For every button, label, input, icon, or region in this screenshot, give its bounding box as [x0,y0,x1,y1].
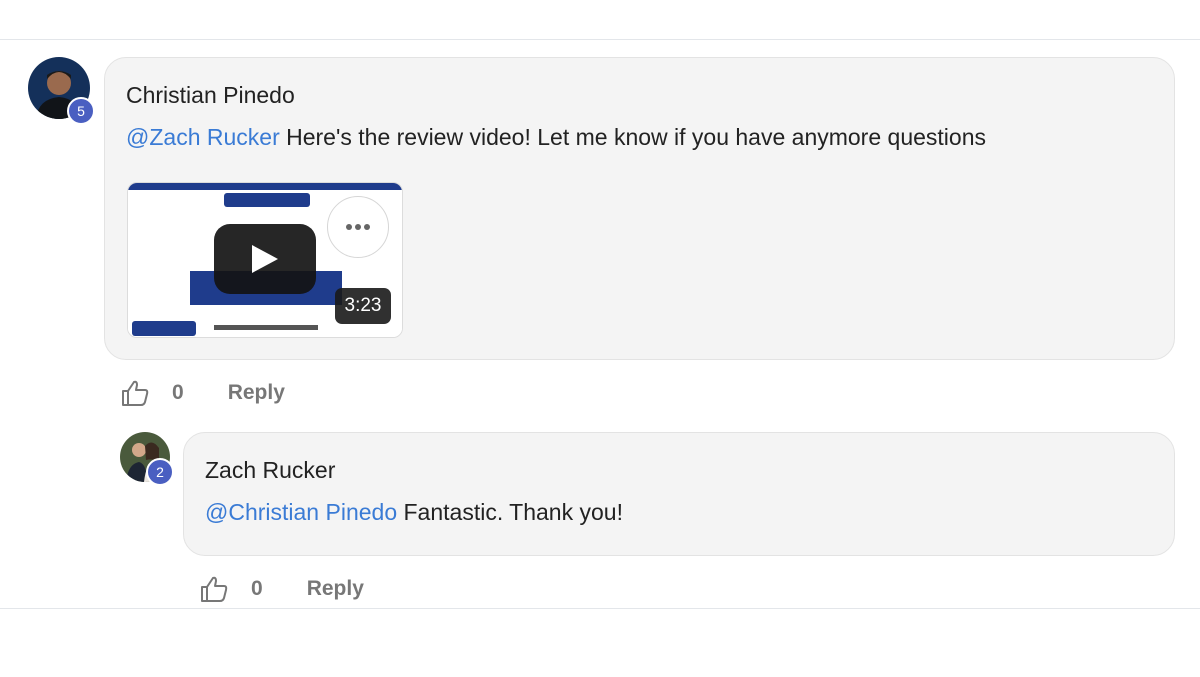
reply-actions: 0 Reply [199,574,364,604]
reply-text: @Christian Pinedo Fantastic. Thank you! [205,499,623,526]
reply-button[interactable]: Reply [228,381,285,405]
play-icon [252,245,278,273]
mention-link[interactable]: @Zach Rucker [126,124,280,150]
comment-body: Here's the review video! Let me know if … [279,124,986,150]
mention-link[interactable]: @Christian Pinedo [205,499,397,525]
play-button[interactable] [214,224,316,294]
thumbs-up-icon[interactable] [120,378,150,408]
comment-text: @Zach Rucker Here's the review video! Le… [126,124,986,151]
level-badge: 2 [146,458,174,486]
level-badge: 5 [67,97,95,125]
top-divider [0,39,1200,40]
more-options-button[interactable] [327,196,389,258]
level-number: 2 [156,464,164,480]
like-count: 0 [172,381,184,404]
comment-bubble: Christian Pinedo @Zach Rucker Here's the… [104,57,1175,360]
bottom-divider [0,608,1200,609]
reply-author[interactable]: Zach Rucker [205,457,335,484]
reply-bubble: Zach Rucker @Christian Pinedo Fantastic.… [183,432,1175,556]
video-thumbnail[interactable]: 3:23 [127,182,403,338]
more-dots-icon [346,224,370,230]
like-count: 0 [251,577,263,600]
comment-author[interactable]: Christian Pinedo [126,82,295,109]
reply-body: Fantastic. Thank you! [397,499,623,525]
video-duration: 3:23 [335,288,391,324]
comment-actions: 0 Reply [120,378,285,408]
reply-button[interactable]: Reply [307,577,364,601]
thumbs-up-icon[interactable] [199,574,229,604]
level-number: 5 [77,103,85,119]
